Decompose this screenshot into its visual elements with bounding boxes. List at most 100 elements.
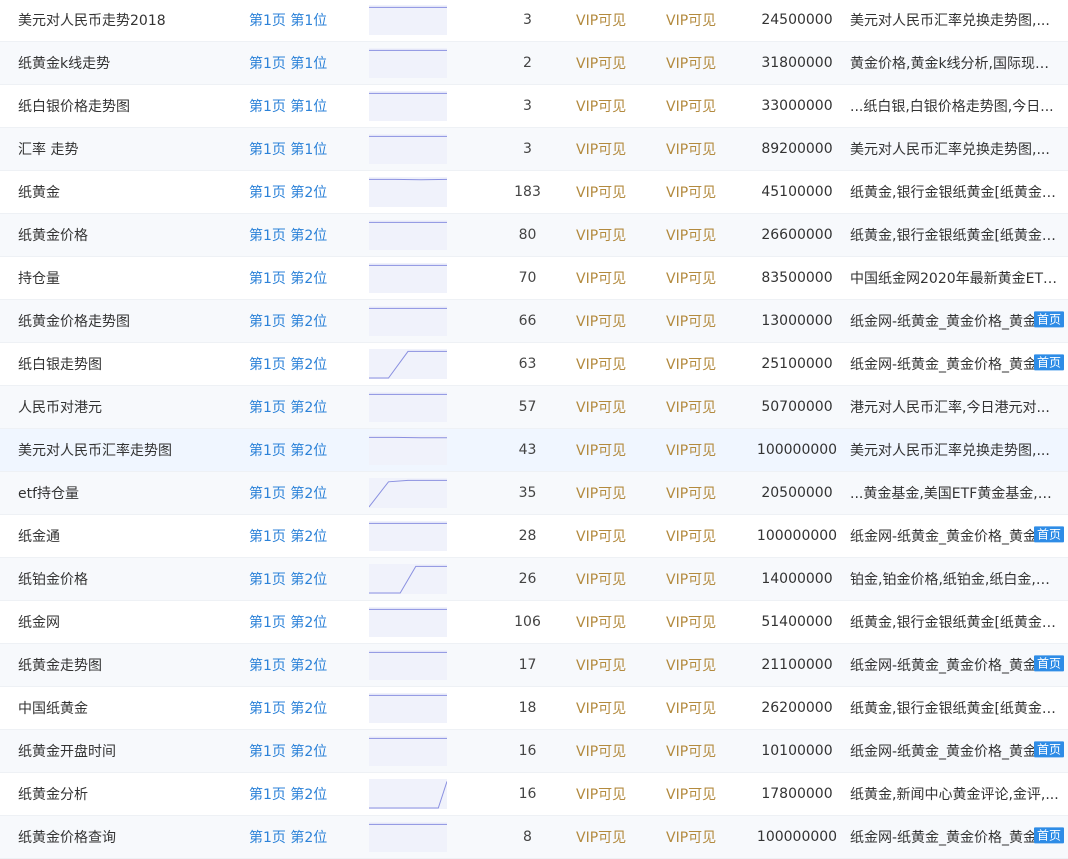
page-title-text[interactable]: ...纸白银,白银价格走势图,今日...	[850, 96, 1060, 116]
mobile-vip-cell[interactable]: VIP可见	[666, 0, 744, 41]
rank-position-link[interactable]: 第1位	[290, 13, 327, 29]
table-row[interactable]: 纸白银走势图第1页 第2位63VIP可见VIP可见25100000纸金网-纸黄金…	[0, 342, 1068, 385]
trend-sparkline[interactable]	[369, 607, 447, 637]
rank-page-link[interactable]: 第1页	[249, 99, 286, 115]
rank-position-link[interactable]: 第2位	[290, 830, 327, 846]
rank-page-link[interactable]: 第1页	[249, 615, 286, 631]
mobile-vip-cell[interactable]: VIP可见	[666, 256, 744, 299]
rank-page-link[interactable]: 第1页	[249, 486, 286, 502]
table-row[interactable]: 纸黄金价格走势图第1页 第2位66VIP可见VIP可见13000000纸金网-纸…	[0, 299, 1068, 342]
table-row[interactable]: 纸金网第1页 第2位106VIP可见VIP可见51400000纸黄金,银行金银纸…	[0, 600, 1068, 643]
rank-page-link[interactable]: 第1页	[249, 400, 286, 416]
page-title-text[interactable]: 美元对人民币汇率兑换走势图,...	[850, 440, 1060, 460]
rank-page-link[interactable]: 第1页	[249, 271, 286, 287]
title-cell[interactable]: 纸金网-纸黄金_黄金价格_黄金首页	[850, 643, 1068, 686]
rank-position-link[interactable]: 第2位	[290, 615, 327, 631]
table-row[interactable]: 美元对人民币汇率走势图第1页 第2位43VIP可见VIP可见100000000美…	[0, 428, 1068, 471]
rank-page-link[interactable]: 第1页	[249, 830, 286, 846]
rank-position-link[interactable]: 第2位	[290, 529, 327, 545]
rank-position-link[interactable]: 第2位	[290, 314, 327, 330]
rank-position-link[interactable]: 第2位	[290, 400, 327, 416]
trend-sparkline[interactable]	[369, 779, 447, 809]
mobile-vip-cell[interactable]: VIP可见	[666, 213, 744, 256]
mobile-vip-cell[interactable]: VIP可见	[666, 729, 744, 772]
rank-page-link[interactable]: 第1页	[249, 56, 286, 72]
rank-page-link[interactable]: 第1页	[249, 357, 286, 373]
rank-position-link[interactable]: 第2位	[290, 357, 327, 373]
pc-vip-cell[interactable]: VIP可见	[576, 643, 666, 686]
rank-position-link[interactable]: 第2位	[290, 228, 327, 244]
pc-vip-cell[interactable]: VIP可见	[576, 428, 666, 471]
page-title-text[interactable]: 纸金网-纸黄金_黄金价格_黄金	[850, 354, 1060, 374]
rank-page-link[interactable]: 第1页	[249, 529, 286, 545]
page-title-text[interactable]: 纸金网-纸黄金_黄金价格_黄金	[850, 827, 1060, 847]
pc-vip-cell[interactable]: VIP可见	[576, 686, 666, 729]
page-title-text[interactable]: 纸金网-纸黄金_黄金价格_黄金	[850, 655, 1060, 675]
title-cell[interactable]: 纸黄金,新闻中心黄金评论,金评,...	[850, 772, 1068, 815]
mobile-vip-cell[interactable]: VIP可见	[666, 170, 744, 213]
rank-position-link[interactable]: 第2位	[290, 787, 327, 803]
table-row[interactable]: etf持仓量第1页 第2位35VIP可见VIP可见20500000...黄金基金…	[0, 471, 1068, 514]
pc-vip-cell[interactable]: VIP可见	[576, 170, 666, 213]
mobile-vip-cell[interactable]: VIP可见	[666, 41, 744, 84]
table-row[interactable]: 纸黄金价格第1页 第2位80VIP可见VIP可见26600000纸黄金,银行金银…	[0, 213, 1068, 256]
pc-vip-cell[interactable]: VIP可见	[576, 256, 666, 299]
page-title-text[interactable]: ...黄金基金,美国ETF黄金基金,白...	[850, 483, 1060, 503]
trend-sparkline[interactable]	[369, 392, 447, 422]
pc-vip-cell[interactable]: VIP可见	[576, 299, 666, 342]
page-title-text[interactable]: 纸黄金,新闻中心黄金评论,金评,...	[850, 784, 1060, 804]
trend-sparkline[interactable]	[369, 736, 447, 766]
table-row[interactable]: 纸铂金价格第1页 第2位26VIP可见VIP可见14000000铂金,铂金价格,…	[0, 557, 1068, 600]
trend-sparkline[interactable]	[369, 263, 447, 293]
mobile-vip-cell[interactable]: VIP可见	[666, 643, 744, 686]
rank-page-link[interactable]: 第1页	[249, 701, 286, 717]
rank-page-link[interactable]: 第1页	[249, 13, 286, 29]
mobile-vip-cell[interactable]: VIP可见	[666, 686, 744, 729]
title-cell[interactable]: 纸金网-纸黄金_黄金价格_黄金首页	[850, 514, 1068, 557]
pc-vip-cell[interactable]: VIP可见	[576, 41, 666, 84]
trend-sparkline[interactable]	[369, 435, 447, 465]
title-cell[interactable]: 纸金网-纸黄金_黄金价格_黄金首页	[850, 342, 1068, 385]
title-cell[interactable]: 美元对人民币汇率兑换走势图,...	[850, 127, 1068, 170]
pc-vip-cell[interactable]: VIP可见	[576, 471, 666, 514]
rank-page-link[interactable]: 第1页	[249, 787, 286, 803]
title-cell[interactable]: 美元对人民币汇率兑换走势图,...	[850, 0, 1068, 41]
rank-position-link[interactable]: 第1位	[290, 56, 327, 72]
pc-vip-cell[interactable]: VIP可见	[576, 213, 666, 256]
rank-page-link[interactable]: 第1页	[249, 228, 286, 244]
page-title-text[interactable]: 纸黄金,银行金银纸黄金[纸黄金[...	[850, 182, 1060, 202]
page-title-text[interactable]: 黄金价格,黄金k线分析,国际现货...	[850, 53, 1060, 73]
page-title-text[interactable]: 纸金网-纸黄金_黄金价格_黄金	[850, 741, 1060, 761]
table-row[interactable]: 纸白银价格走势图第1页 第1位3VIP可见VIP可见33000000...纸白银…	[0, 84, 1068, 127]
pc-vip-cell[interactable]: VIP可见	[576, 729, 666, 772]
title-cell[interactable]: 铂金,铂金价格,纸铂金,纸白金,白...	[850, 557, 1068, 600]
pc-vip-cell[interactable]: VIP可见	[576, 772, 666, 815]
trend-sparkline[interactable]	[369, 521, 447, 551]
mobile-vip-cell[interactable]: VIP可见	[666, 772, 744, 815]
rank-page-link[interactable]: 第1页	[249, 142, 286, 158]
table-row[interactable]: 纸黄金走势图第1页 第2位17VIP可见VIP可见21100000纸金网-纸黄金…	[0, 643, 1068, 686]
rank-page-link[interactable]: 第1页	[249, 185, 286, 201]
title-cell[interactable]: 黄金价格,黄金k线分析,国际现货...	[850, 41, 1068, 84]
rank-position-link[interactable]: 第2位	[290, 572, 327, 588]
rank-page-link[interactable]: 第1页	[249, 443, 286, 459]
page-title-text[interactable]: 铂金,铂金价格,纸铂金,纸白金,白...	[850, 569, 1060, 589]
trend-sparkline[interactable]	[369, 48, 447, 78]
rank-page-link[interactable]: 第1页	[249, 314, 286, 330]
trend-sparkline[interactable]	[369, 134, 447, 164]
rank-position-link[interactable]: 第1位	[290, 142, 327, 158]
rank-position-link[interactable]: 第2位	[290, 486, 327, 502]
title-cell[interactable]: 中国纸金网2020年最新黄金ETF...	[850, 256, 1068, 299]
title-cell[interactable]: 纸金网-纸黄金_黄金价格_黄金首页	[850, 729, 1068, 772]
rank-position-link[interactable]: 第2位	[290, 701, 327, 717]
table-row[interactable]: 人民币对港元第1页 第2位57VIP可见VIP可见50700000港元对人民币汇…	[0, 385, 1068, 428]
table-row[interactable]: 纸金通第1页 第2位28VIP可见VIP可见100000000纸金网-纸黄金_黄…	[0, 514, 1068, 557]
table-row[interactable]: 中国纸黄金第1页 第2位18VIP可见VIP可见26200000纸黄金,银行金银…	[0, 686, 1068, 729]
title-cell[interactable]: ...纸白银,白银价格走势图,今日...	[850, 84, 1068, 127]
title-cell[interactable]: ...黄金基金,美国ETF黄金基金,白...	[850, 471, 1068, 514]
mobile-vip-cell[interactable]: VIP可见	[666, 299, 744, 342]
pc-vip-cell[interactable]: VIP可见	[576, 342, 666, 385]
rank-position-link[interactable]: 第2位	[290, 443, 327, 459]
table-row[interactable]: 持仓量第1页 第2位70VIP可见VIP可见83500000中国纸金网2020年…	[0, 256, 1068, 299]
trend-sparkline[interactable]	[369, 478, 447, 508]
